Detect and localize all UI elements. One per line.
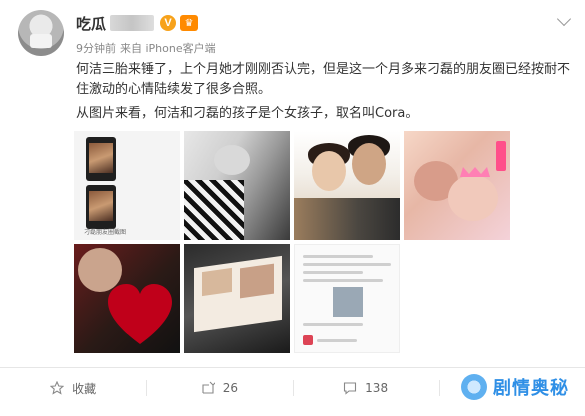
- text-line: [317, 339, 357, 342]
- text-line: [303, 323, 363, 326]
- comment-icon: [344, 382, 357, 395]
- watermark-logo-icon: [461, 374, 487, 400]
- image-5[interactable]: [74, 244, 180, 353]
- clothing-shape: [294, 198, 400, 240]
- text-line: [303, 263, 391, 266]
- baby-face-shape: [448, 175, 498, 221]
- face-shape-2: [352, 143, 386, 185]
- watermark-text: 剧情奥秘: [493, 378, 569, 399]
- face-shape-1: [312, 151, 346, 191]
- text-line: [303, 255, 373, 258]
- repost-icon: [202, 381, 215, 394]
- username-row: 吃瓜 V ♛: [76, 12, 199, 34]
- watermark: 剧情奥秘: [461, 374, 569, 400]
- zigzag-blanket: [184, 180, 244, 240]
- user-avatar[interactable]: [18, 10, 64, 56]
- phone-screenshot-1: [86, 137, 116, 181]
- favorite-label: 收藏: [72, 381, 97, 396]
- image-1-caption: 刁磊朋友圈截图: [84, 229, 127, 236]
- baby-head-shape: [214, 145, 250, 175]
- face-shape-4: [78, 248, 122, 292]
- crown-sticker-icon: [460, 167, 490, 177]
- post-time[interactable]: 9分钟前: [76, 40, 116, 56]
- screenshot-photo: [333, 287, 363, 317]
- post-text-paragraph-1: 何洁三胎来锤了，上个月她才刚刚否认完，但是这一个月多来刁磊的朋友圈已经按耐不住激…: [76, 62, 571, 97]
- star-icon: [50, 381, 65, 395]
- username-mosaic: [110, 15, 155, 31]
- image-6[interactable]: [184, 244, 290, 353]
- username[interactable]: 吃瓜: [76, 13, 106, 34]
- image-1[interactable]: 刁磊朋友圈截图: [74, 131, 180, 240]
- image-7[interactable]: [294, 244, 400, 353]
- post-source: 来自 iPhone客户端: [120, 42, 216, 55]
- image-3[interactable]: [294, 131, 400, 240]
- love-heart-pillow: [108, 284, 172, 346]
- repost-count: 26: [222, 381, 239, 395]
- post-text-paragraph-2: 从图片来看，何洁和刁磊的孩子是个女孩子，取名叫Cora。: [76, 106, 419, 121]
- member-crown-icon: ♛: [180, 15, 199, 31]
- comment-button[interactable]: 138: [292, 368, 439, 408]
- verified-v-icon: V: [160, 15, 177, 31]
- text-line: [303, 279, 383, 282]
- image-4[interactable]: [404, 131, 510, 240]
- sticker-tag: [496, 141, 506, 171]
- favorite-button[interactable]: 收藏: [0, 368, 146, 408]
- repost-button[interactable]: 26: [146, 368, 292, 408]
- album-photo-2: [240, 263, 274, 299]
- image-2[interactable]: [184, 131, 290, 240]
- post-meta: 9分钟前 来自 iPhone客户端: [76, 40, 216, 56]
- album-photo-1: [202, 267, 232, 297]
- comment-count: 138: [365, 381, 389, 395]
- screenshot-avatar: [303, 335, 313, 345]
- image-grid: 刁磊朋友圈截图: [74, 131, 510, 357]
- chevron-down-icon[interactable]: [556, 11, 572, 27]
- text-line: [303, 271, 363, 274]
- phone-screenshot-2: [86, 185, 116, 229]
